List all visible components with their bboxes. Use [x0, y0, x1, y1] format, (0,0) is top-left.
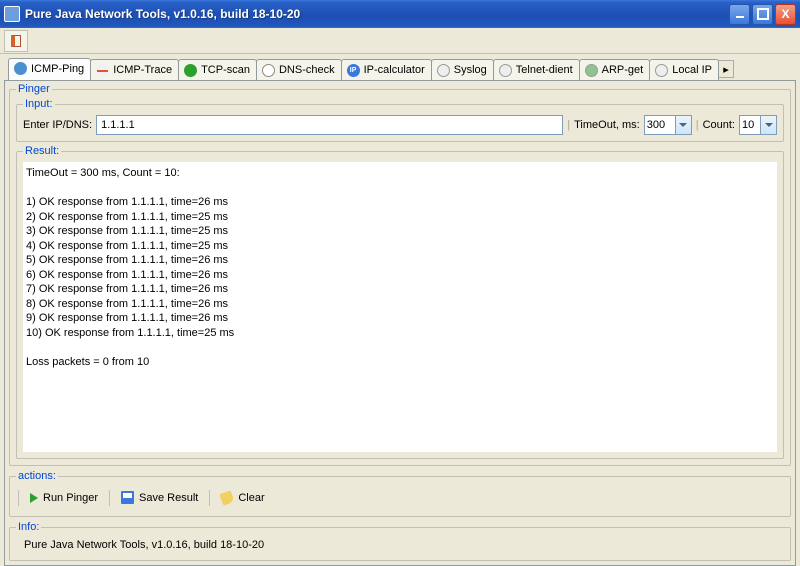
- info-fieldset: Info: Pure Java Network Tools, v1.0.16, …: [9, 521, 791, 561]
- tab-ip-calculator[interactable]: IP IP-calculator: [341, 59, 432, 80]
- trace-icon: [96, 64, 109, 77]
- tab-icmp-ping[interactable]: ICMP-Ping: [8, 58, 91, 80]
- timeout-label: TimeOut, ms:: [574, 119, 640, 131]
- run-label: Run Pinger: [43, 492, 98, 504]
- tab-label: DNS-check: [279, 64, 335, 76]
- separator: [18, 490, 19, 506]
- input-fieldset: Input: Enter IP/DNS: | TimeOut, ms: | Co…: [16, 98, 784, 142]
- tab-dns-check[interactable]: DNS-check: [256, 59, 342, 80]
- tab-arp-get[interactable]: ARP-get: [579, 59, 651, 80]
- tab-tcp-scan[interactable]: TCP-scan: [178, 59, 257, 80]
- clear-button[interactable]: Clear: [215, 490, 270, 506]
- tab-label: Local IP: [672, 64, 712, 76]
- input-row: Enter IP/DNS: | TimeOut, ms: | Count:: [23, 115, 777, 135]
- input-legend: Input:: [23, 98, 55, 110]
- save-result-button[interactable]: Save Result: [115, 489, 204, 506]
- exit-button[interactable]: [4, 30, 28, 52]
- timeout-spinner[interactable]: [644, 115, 692, 135]
- tab-local-ip[interactable]: Local IP: [649, 59, 719, 80]
- info-row: Pure Java Network Tools, v1.0.16, build …: [16, 536, 784, 554]
- result-fieldset: Result: TimeOut = 300 ms, Count = 10: 1)…: [16, 145, 784, 459]
- actions-legend: actions:: [16, 470, 58, 482]
- tab-label: Telnet-dient: [516, 64, 573, 76]
- globe-icon: [14, 62, 27, 75]
- telnet-icon: [499, 64, 512, 77]
- syslog-icon: [437, 64, 450, 77]
- door-icon: [11, 35, 21, 47]
- tab-bar: ICMP-Ping ICMP-Trace TCP-scan DNS-check …: [0, 54, 800, 80]
- minimize-button[interactable]: [729, 4, 750, 25]
- info-text: Pure Java Network Tools, v1.0.16, build …: [24, 539, 264, 551]
- window-title: Pure Java Network Tools, v1.0.16, build …: [25, 7, 727, 21]
- tab-syslog[interactable]: Syslog: [431, 59, 494, 80]
- actions-fieldset: actions: Run Pinger Save Result Clear: [9, 470, 791, 517]
- ip-input[interactable]: [96, 115, 563, 135]
- info-legend: Info:: [16, 521, 41, 533]
- separator: |: [696, 119, 699, 131]
- tab-label: ARP-get: [602, 64, 644, 76]
- close-button[interactable]: X: [775, 4, 796, 25]
- tab-label: IP-calculator: [364, 64, 425, 76]
- arp-icon: [585, 64, 598, 77]
- content-panel: Pinger Input: Enter IP/DNS: | TimeOut, m…: [4, 80, 796, 566]
- tab-icmp-trace[interactable]: ICMP-Trace: [90, 59, 179, 80]
- separator: [109, 490, 110, 506]
- play-icon: [30, 493, 38, 503]
- chevron-down-icon[interactable]: [761, 115, 777, 135]
- app-icon: [4, 6, 20, 22]
- chevron-down-icon[interactable]: [676, 115, 692, 135]
- dns-icon: [262, 64, 275, 77]
- tab-label: TCP-scan: [201, 64, 250, 76]
- result-output: TimeOut = 300 ms, Count = 10: 1) OK resp…: [23, 162, 777, 452]
- run-pinger-button[interactable]: Run Pinger: [24, 490, 104, 506]
- tab-label: ICMP-Ping: [31, 63, 84, 75]
- enter-ip-label: Enter IP/DNS:: [23, 119, 92, 131]
- count-spinner[interactable]: [739, 115, 777, 135]
- toolbar: [0, 28, 800, 54]
- clear-icon: [220, 490, 235, 505]
- timeout-input[interactable]: [644, 115, 676, 135]
- tab-label: ICMP-Trace: [113, 64, 172, 76]
- pinger-legend: Pinger: [16, 83, 52, 95]
- count-label: Count:: [703, 119, 735, 131]
- tcp-icon: [184, 64, 197, 77]
- separator: [209, 490, 210, 506]
- tab-telnet[interactable]: Telnet-dient: [493, 59, 580, 80]
- maximize-button[interactable]: [752, 4, 773, 25]
- actions-row: Run Pinger Save Result Clear: [16, 485, 784, 510]
- pinger-fieldset: Pinger Input: Enter IP/DNS: | TimeOut, m…: [9, 83, 791, 466]
- titlebar: Pure Java Network Tools, v1.0.16, build …: [0, 0, 800, 28]
- clear-label: Clear: [238, 492, 264, 504]
- separator: |: [567, 119, 570, 131]
- tab-label: Syslog: [454, 64, 487, 76]
- ip-icon: IP: [347, 64, 360, 77]
- save-icon: [121, 491, 134, 504]
- count-input[interactable]: [739, 115, 761, 135]
- result-legend: Result:: [23, 145, 61, 157]
- save-label: Save Result: [139, 492, 198, 504]
- localip-icon: [655, 64, 668, 77]
- tab-scroll-right[interactable]: ▸: [718, 60, 734, 78]
